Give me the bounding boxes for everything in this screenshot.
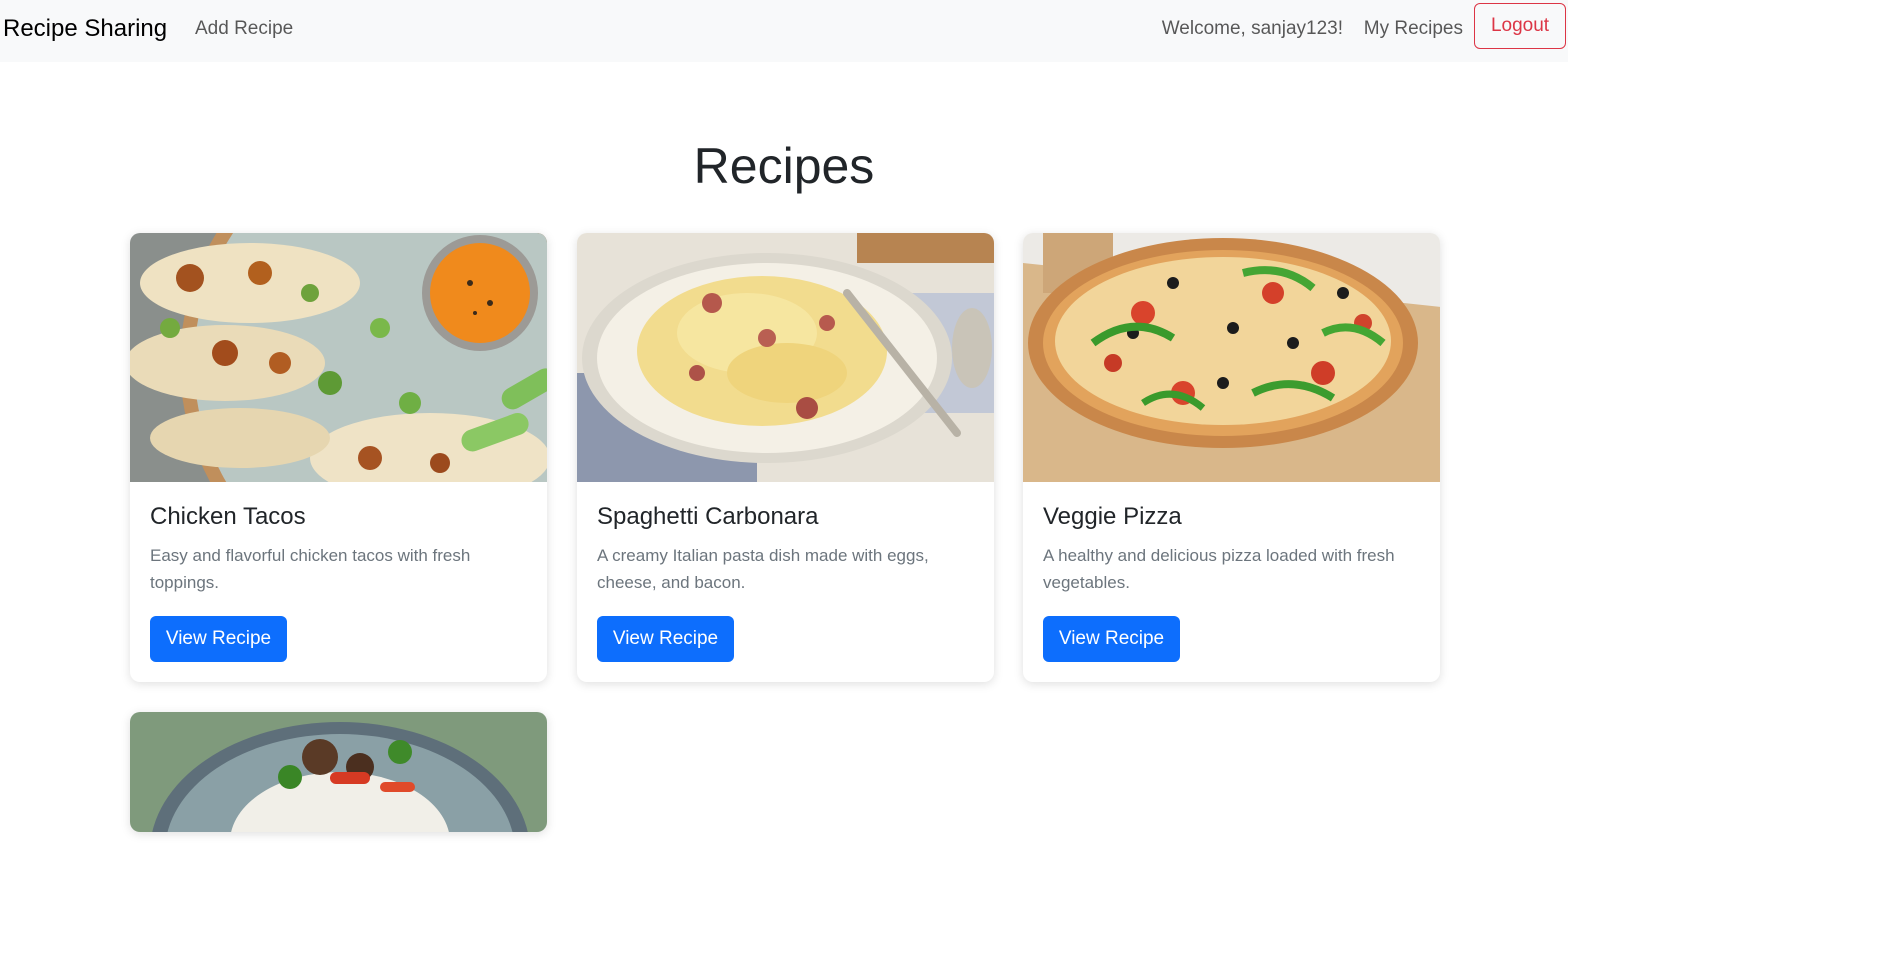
recipe-card: Veggie Pizza A healthy and delicious piz…: [1023, 233, 1440, 682]
recipe-description: A healthy and delicious pizza loaded wit…: [1043, 546, 1395, 592]
recipe-image: [130, 712, 547, 832]
logout-button[interactable]: Logout: [1474, 3, 1566, 49]
recipe-image: [130, 233, 547, 482]
add-recipe-link[interactable]: Add Recipe: [195, 17, 293, 41]
recipe-title: Veggie Pizza: [1043, 503, 1182, 530]
recipe-image: [1023, 233, 1440, 482]
page-title: Recipes: [693, 138, 875, 194]
recipe-description: A creamy Italian pasta dish made with eg…: [597, 546, 929, 592]
welcome-text: Welcome, sanjay123!: [1161, 18, 1343, 39]
recipe-description: Easy and flavorful chicken tacos with fr…: [150, 546, 471, 592]
recipe-card: Chicken Tacos Easy and flavorful chicken…: [130, 233, 547, 682]
recipe-image: [577, 233, 994, 482]
my-recipes-link[interactable]: My Recipes: [1364, 17, 1463, 41]
navbar: Recipe Sharing Add Recipe Welcome, sanja…: [0, 0, 1568, 62]
recipe-card: [130, 712, 547, 832]
recipe-title: Chicken Tacos: [150, 503, 306, 530]
view-recipe-button[interactable]: View Recipe: [150, 616, 287, 662]
recipe-title: Spaghetti Carbonara: [597, 503, 819, 530]
view-recipe-button[interactable]: View Recipe: [1043, 616, 1180, 662]
view-recipe-button[interactable]: View Recipe: [597, 616, 734, 662]
recipe-card: Spaghetti Carbonara A creamy Italian pas…: [577, 233, 994, 682]
brand-link[interactable]: Recipe Sharing: [3, 14, 167, 44]
